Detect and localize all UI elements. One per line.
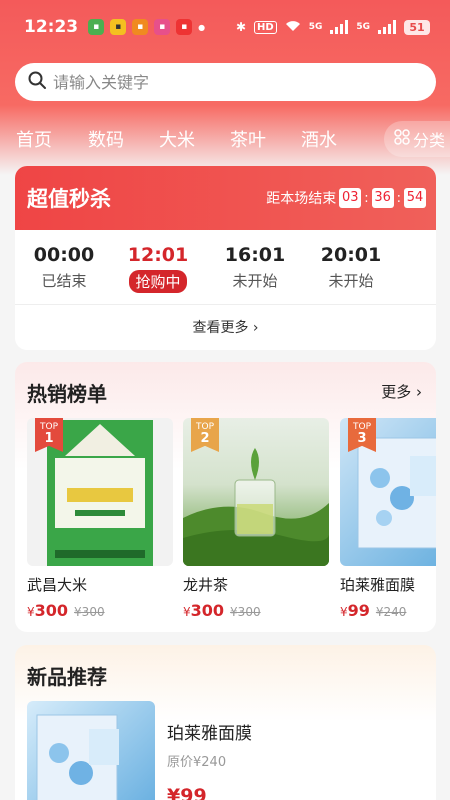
slot-status: 未开始 bbox=[232, 272, 278, 290]
new-product-name[interactable]: 珀莱雅面膜 bbox=[167, 719, 252, 744]
more-label: 更多 bbox=[381, 383, 412, 401]
original-price: ¥300 bbox=[74, 605, 105, 619]
status-bar: 12:23 ▪ ▪ ▪ ▪ ▪ ● ✱ HD 5G 5G 51 bbox=[0, 0, 450, 54]
slot-status: 已结束 bbox=[41, 272, 87, 290]
slot-status-badge: 抢购中 bbox=[129, 270, 187, 293]
section-title: 新品推荐 bbox=[27, 665, 107, 689]
countdown: 距本场结束 03 : 36 : 54 bbox=[266, 188, 426, 208]
price-row: ¥300 ¥300 bbox=[27, 601, 173, 620]
search-input[interactable] bbox=[53, 72, 413, 92]
category-grid-icon bbox=[394, 129, 410, 149]
tab-digital[interactable]: 数码 bbox=[88, 126, 124, 152]
time-slots: 00:00 已结束 12:01 抢购中 16:01 未开始 20:01 未开始 bbox=[15, 230, 436, 304]
section-title: 热销榜单 bbox=[27, 382, 107, 406]
price-row: ¥300 ¥300 bbox=[183, 601, 329, 620]
product-name: 珀莱雅面膜 bbox=[340, 576, 416, 594]
network-type-label-2: 5G bbox=[356, 22, 370, 32]
flash-sale-card: 超值秒杀 距本场结束 03 : 36 : 54 00:00 已结束 12:01 … bbox=[15, 166, 436, 350]
product-name: 龙井茶 bbox=[183, 576, 229, 594]
gift-icon: ▪ bbox=[176, 19, 193, 35]
grid-app-icon: ▪ bbox=[132, 19, 149, 35]
product-card[interactable]: TOP 3 珀莱雅面膜 ¥99 ¥240 bbox=[340, 418, 436, 620]
tab-liquor[interactable]: 酒水 bbox=[301, 126, 337, 152]
view-more-label: 查看更多 bbox=[192, 320, 249, 336]
status-time: 12:23 bbox=[24, 17, 79, 37]
slot-time: 00:00 bbox=[33, 244, 95, 266]
tab-home[interactable]: 首页 bbox=[16, 126, 52, 152]
bluetooth-icon: ✱ bbox=[235, 20, 247, 34]
more-notifications-icon: ● bbox=[198, 22, 206, 32]
time-slot[interactable]: 00:00 已结束 bbox=[29, 244, 99, 291]
product-image-face-mask: TOP 3 bbox=[340, 418, 436, 566]
countdown-hours: 03 bbox=[339, 188, 362, 208]
tab-tea[interactable]: 茶叶 bbox=[230, 126, 266, 152]
original-price: ¥240 bbox=[375, 605, 407, 619]
more-link[interactable]: 更多 › bbox=[381, 381, 422, 402]
countdown-label: 距本场结束 bbox=[266, 191, 337, 207]
signal-icon bbox=[330, 20, 349, 34]
product-price: ¥300 bbox=[27, 601, 69, 620]
chevron-right-icon: › bbox=[416, 383, 422, 401]
signal-icon-2 bbox=[378, 20, 396, 34]
category-tabs: 首页 数码 大米 茶叶 酒水 bbox=[0, 118, 450, 158]
network-type-label: 5G bbox=[308, 22, 323, 32]
time-slot-active[interactable]: 12:01 抢购中 bbox=[123, 244, 193, 293]
flash-sale-title: 超值秒杀 bbox=[27, 187, 111, 211]
battery-icon: 51 bbox=[404, 19, 430, 35]
product-card[interactable]: TOP 2 龙井茶 ¥300 ¥300 bbox=[183, 418, 329, 620]
product-name: 武昌大米 bbox=[27, 576, 88, 594]
price-row: ¥99 ¥240 bbox=[340, 601, 436, 620]
new-product-image-face-mask[interactable] bbox=[27, 701, 155, 800]
view-more-link[interactable]: 查看更多 › bbox=[15, 304, 436, 350]
tab-rice[interactable]: 大米 bbox=[159, 126, 195, 152]
category-button[interactable]: 分类 bbox=[384, 121, 450, 157]
flash-sale-header: 超值秒杀 距本场结束 03 : 36 : 54 bbox=[15, 166, 436, 230]
product-price: ¥300 bbox=[183, 601, 225, 620]
product-card[interactable]: TOP 1 武昌大米 ¥300 ¥300 bbox=[27, 418, 173, 620]
message-icon: ▪ bbox=[88, 19, 105, 35]
product-image-tea: TOP 2 bbox=[183, 418, 329, 566]
product-image-rice-bag: TOP 1 bbox=[27, 418, 173, 566]
new-product-price: ¥99 bbox=[167, 785, 207, 800]
slot-time: 12:01 bbox=[127, 244, 189, 266]
original-price: ¥300 bbox=[230, 605, 261, 619]
hot-list-card: 热销榜单 更多 › TOP 1 武昌大米 ¥300 ¥300 TOP 2 龙井茶… bbox=[15, 362, 436, 632]
slot-time: 16:01 bbox=[224, 244, 286, 266]
search-icon bbox=[27, 70, 53, 94]
time-slot[interactable]: 20:01 未开始 bbox=[316, 244, 386, 291]
new-product-original-price: 原价¥240 bbox=[167, 755, 227, 770]
live-icon: ▪ bbox=[154, 19, 171, 35]
slot-time: 20:01 bbox=[320, 244, 382, 266]
time-slot[interactable]: 16:01 未开始 bbox=[220, 244, 290, 291]
product-price: ¥99 bbox=[340, 601, 370, 620]
category-button-label: 分类 bbox=[413, 131, 446, 150]
chevron-right-icon: › bbox=[252, 320, 259, 336]
countdown-minutes: 36 bbox=[371, 188, 394, 208]
new-products-card: 新品推荐 珀莱雅面膜 原价¥240 ¥99 bbox=[15, 645, 436, 800]
hd-icon: HD bbox=[254, 20, 277, 34]
search-bar[interactable] bbox=[15, 63, 436, 101]
countdown-seconds: 54 bbox=[404, 188, 426, 208]
wifi-icon bbox=[285, 20, 301, 35]
slot-status: 未开始 bbox=[328, 272, 374, 290]
app-mini-icon: ▪ bbox=[110, 19, 127, 35]
